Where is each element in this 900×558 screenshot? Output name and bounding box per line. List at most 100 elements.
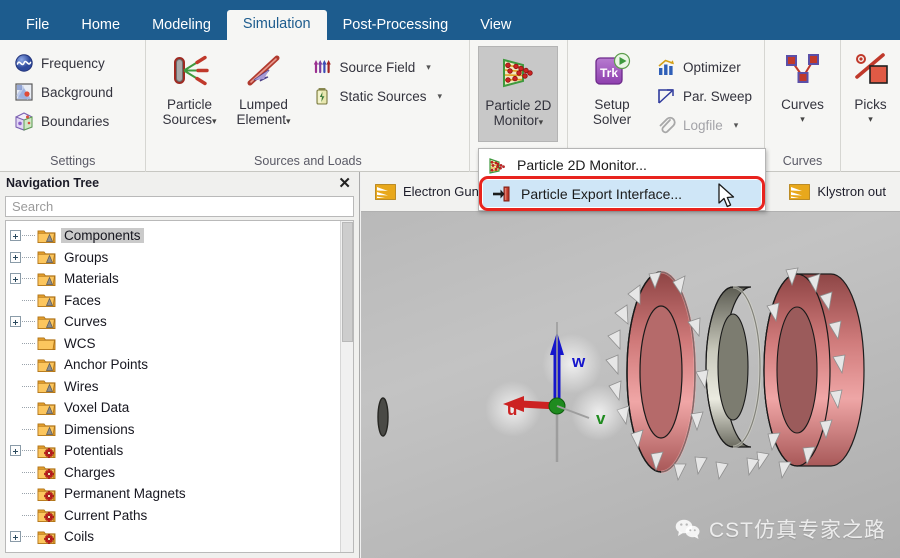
picks-button[interactable]: Picks ▾ — [847, 46, 894, 142]
boundaries-button[interactable]: Boundaries — [10, 108, 119, 134]
expand-icon[interactable] — [10, 531, 21, 543]
particle-2d-monitor-icon — [487, 156, 507, 174]
folder-shape-icon — [37, 249, 56, 265]
doctab-klystron-out[interactable]: Klystron out — [775, 172, 900, 212]
tree-label: WCS — [64, 335, 96, 351]
chevron-down-icon[interactable]: ▾ — [212, 116, 217, 126]
3d-viewport[interactable]: w u v CST仿真专家之路 — [361, 212, 900, 558]
background-label: Background — [41, 84, 114, 100]
particle-sources-icon — [168, 50, 210, 92]
ribbon-group-sources-and-loads: Particle Sources▾ Lumped Element▾ Source… — [145, 40, 469, 172]
par-sweep-button[interactable]: Par. Sweep — [652, 83, 758, 109]
source-field-button[interactable]: Source Field ▾ — [308, 54, 448, 80]
expand-icon[interactable] — [10, 445, 21, 457]
search-input[interactable]: Search — [5, 196, 354, 217]
tree-item-potentials[interactable]: Potentials — [6, 440, 353, 462]
logfile-button[interactable]: Logfile ▾ — [652, 112, 758, 138]
menu-item-label: Particle 2D Monitor... — [517, 156, 647, 173]
expand-icon[interactable] — [10, 273, 21, 285]
particle-2d-monitor-button[interactable]: Particle 2D Monitor▾ — [478, 46, 559, 142]
folder-plain-icon — [37, 335, 56, 351]
expand-icon[interactable] — [10, 230, 21, 242]
tree-item-wires[interactable]: Wires — [6, 376, 353, 398]
tree-item-wcs[interactable]: WCS — [6, 333, 353, 355]
lumped-element-icon — [242, 50, 284, 92]
static-sources-label: Static Sources — [339, 88, 427, 104]
boundaries-icon — [14, 111, 34, 131]
curves-button[interactable]: Curves ▾ — [771, 46, 834, 142]
tree-item-groups[interactable]: Groups — [6, 247, 353, 269]
chevron-down-icon[interactable]: ▾ — [734, 120, 739, 131]
tab-home[interactable]: Home — [65, 11, 136, 41]
static-sources-button[interactable]: Static Sources ▾ — [308, 83, 448, 109]
svg-text:v: v — [596, 409, 606, 428]
folder-gear-icon — [37, 443, 56, 459]
logfile-label: Logfile — [682, 117, 723, 133]
lumped-element-label-2: Element▾ — [236, 112, 291, 127]
tree-label: Anchor Points — [64, 357, 149, 373]
particle-2d-monitor-label-1: Particle 2D — [485, 98, 552, 113]
folder-shape-icon — [37, 271, 56, 287]
doctab-electron-gun[interactable]: Electron Gun — [361, 172, 493, 212]
navigation-tree-panel: Navigation Tree ✕ Search Components Grou… — [0, 172, 360, 558]
mouse-cursor — [718, 183, 738, 211]
close-icon[interactable]: ✕ — [338, 176, 351, 191]
tree-item-components[interactable]: Components — [6, 225, 353, 247]
tree-item-current-paths[interactable]: Current Paths — [6, 505, 353, 527]
tab-post-processing[interactable]: Post-Processing — [327, 11, 465, 41]
tree-item-charges[interactable]: Charges — [6, 462, 353, 484]
frequency-label: Frequency — [41, 55, 105, 71]
source-field-label: Source Field — [339, 59, 416, 75]
tab-file[interactable]: File — [10, 11, 65, 41]
frequency-button[interactable]: Frequency — [10, 50, 119, 76]
tree-item-curves[interactable]: Curves — [6, 311, 353, 333]
ribbon-group-settings: Frequency Background Boundaries Settings — [0, 40, 145, 172]
setup-solver-button[interactable]: Trk Setup Solver — [576, 46, 648, 142]
tree-scrollbar-thumb[interactable] — [342, 222, 353, 342]
expand-icon[interactable] — [10, 316, 21, 328]
tab-modeling[interactable]: Modeling — [136, 11, 227, 41]
setup-solver-label-2: Solver — [592, 112, 632, 127]
search-placeholder: Search — [12, 199, 54, 214]
tree-item-dimensions[interactable]: Dimensions — [6, 419, 353, 441]
setup-solver-label-1: Setup — [594, 97, 630, 112]
tree-item-faces[interactable]: Faces — [6, 290, 353, 312]
ribbon-group-label-settings: Settings — [50, 154, 96, 168]
ribbon-group-label-sources: Sources and Loads — [254, 154, 362, 168]
tab-view[interactable]: View — [464, 11, 527, 41]
tree-label: Groups — [64, 249, 109, 265]
chevron-down-icon[interactable]: ▾ — [800, 112, 805, 127]
chevron-down-icon[interactable]: ▾ — [539, 117, 544, 127]
chevron-down-icon[interactable]: ▾ — [286, 116, 291, 126]
background-button[interactable]: Background — [10, 79, 119, 105]
folder-shape-icon — [37, 378, 56, 394]
menu-item-particle-2d-monitor[interactable]: Particle 2D Monitor... — [479, 151, 765, 178]
project-icon — [375, 183, 396, 200]
chevron-down-icon[interactable]: ▾ — [426, 62, 431, 73]
tree-scrollbar[interactable] — [340, 221, 353, 552]
par-sweep-label: Par. Sweep — [682, 88, 752, 104]
particle-export-icon — [491, 185, 511, 203]
folder-shape-icon — [37, 421, 56, 437]
tree-item-voxel-data[interactable]: Voxel Data — [6, 397, 353, 419]
expand-icon[interactable] — [10, 251, 21, 263]
tab-simulation[interactable]: Simulation — [226, 9, 327, 40]
particle-sources-label-1: Particle — [166, 97, 212, 112]
tree-label: Coils — [64, 529, 95, 545]
doctab-label: Electron Gun — [403, 184, 479, 199]
optimizer-button[interactable]: Optimizer — [652, 54, 758, 80]
tree-label: Current Paths — [64, 507, 148, 523]
lumped-element-button[interactable]: Lumped Element▾ — [226, 46, 300, 142]
setup-solver-icon: Trk — [591, 50, 633, 92]
particle-sources-button[interactable]: Particle Sources▾ — [152, 46, 226, 142]
navigation-tree-list[interactable]: Components Groups Materials Faces Curves… — [5, 220, 354, 553]
tree-item-materials[interactable]: Materials — [6, 268, 353, 290]
tree-label: Faces — [64, 292, 101, 308]
chevron-down-icon[interactable]: ▾ — [868, 112, 873, 127]
chevron-down-icon[interactable]: ▾ — [438, 91, 443, 102]
model-render: w u v — [361, 212, 900, 558]
tree-item-permanent-magnets[interactable]: Permanent Magnets — [6, 483, 353, 505]
tree-item-anchor-points[interactable]: Anchor Points — [6, 354, 353, 376]
tree-item-coils[interactable]: Coils — [6, 526, 353, 548]
menu-item-label: Particle Export Interface... — [521, 185, 683, 202]
